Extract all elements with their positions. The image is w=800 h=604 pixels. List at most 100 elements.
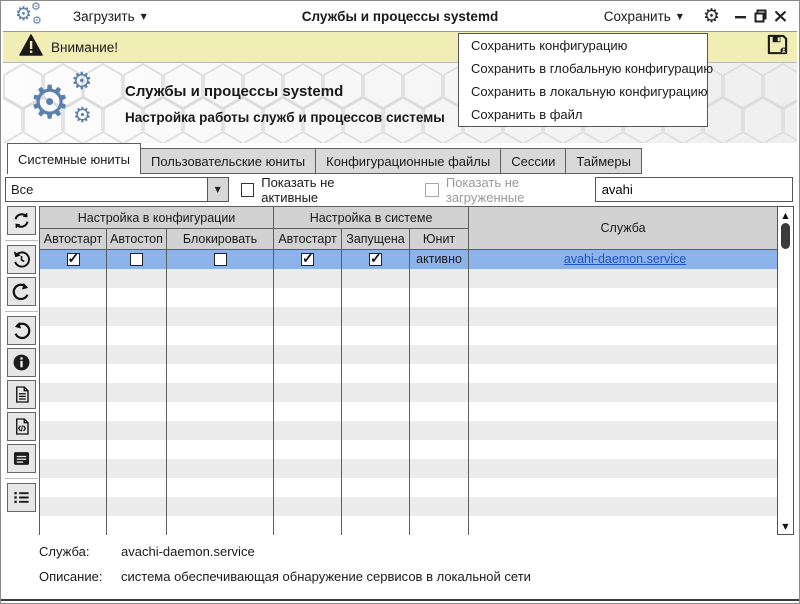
save-disk-icon[interactable] — [766, 33, 789, 61]
column-config-autostart: Автостарт — [40, 229, 107, 250]
description-value: система обеспечивающая обнаружение серви… — [121, 569, 531, 584]
unit-filter-value: Все — [6, 182, 207, 197]
unit-file-button[interactable] — [7, 380, 36, 409]
table-row-avahi[interactable]: активно avahi-daemon.service — [40, 250, 778, 269]
filter-row: Все ▼ Показать не активные Показать не з… — [3, 174, 797, 205]
warning-text: Внимание! — [51, 40, 118, 55]
document-icon — [13, 385, 31, 404]
table-row-empty[interactable] — [40, 345, 778, 364]
show-inactive-label: Показать не активные — [261, 175, 389, 205]
service-link[interactable]: avahi-daemon.service — [564, 252, 686, 266]
redo-arrow-icon — [12, 282, 31, 301]
show-inactive-checkbox[interactable] — [241, 183, 254, 197]
scroll-down-icon[interactable]: ▼ — [778, 519, 793, 533]
undo-button[interactable] — [7, 316, 36, 345]
menu-item-save-config[interactable]: Сохранить конфигурацию — [459, 34, 707, 57]
system-running-checkbox[interactable] — [369, 253, 382, 266]
tab-bar: Системные юниты Пользовательские юниты К… — [7, 143, 642, 174]
maximize-button[interactable] — [754, 9, 767, 23]
table-row-empty[interactable] — [40, 383, 778, 402]
load-menu-label: Загрузить — [73, 9, 135, 24]
load-menu-button[interactable]: Загрузить ▼ — [67, 5, 153, 28]
config-autostop-checkbox[interactable] — [130, 253, 143, 266]
refresh-icon — [12, 211, 31, 230]
save-menu-button[interactable]: Сохранить ▼ — [598, 5, 689, 28]
tab-system-units[interactable]: Системные юниты — [7, 143, 141, 174]
bullet-list-icon — [12, 488, 31, 507]
details-panel: Служба: avachi-daemon.service Описание: … — [39, 544, 531, 594]
table-row-empty[interactable] — [40, 421, 778, 440]
table-row-empty[interactable] — [40, 478, 778, 497]
table-row-empty[interactable] — [40, 440, 778, 459]
journal-button[interactable] — [7, 444, 36, 473]
table-row-empty[interactable] — [40, 459, 778, 478]
titlebar: ⚙ ⚙ ⚙ Загрузить ▼ Службы и процессы syst… — [3, 1, 797, 32]
chevron-down-icon: ▼ — [141, 12, 147, 21]
tab-config-files[interactable]: Конфигурационные файлы — [316, 148, 501, 174]
vertical-scrollbar[interactable]: ▲ ▼ — [777, 206, 794, 535]
show-inactive-checkbox-group: Показать не активные — [241, 175, 390, 205]
column-unit-state: Юнит — [410, 229, 469, 250]
table-row-empty[interactable] — [40, 269, 778, 288]
toolbar-separator — [5, 240, 38, 241]
menu-item-save-local-config[interactable]: Сохранить в локальную конфигурацию — [459, 80, 707, 103]
warning-triangle-icon — [19, 34, 43, 61]
tab-user-units[interactable]: Пользовательские юниты — [141, 148, 316, 174]
unit-state-text: активно — [416, 252, 462, 266]
redo-button[interactable] — [7, 277, 36, 306]
column-config-block: Блокировать — [167, 229, 274, 250]
column-service: Служба — [469, 207, 778, 250]
search-input[interactable] — [595, 177, 793, 202]
description-label: Описание: — [39, 569, 121, 584]
refresh-button[interactable] — [7, 206, 36, 235]
tab-timers[interactable]: Таймеры — [566, 148, 642, 174]
column-group-config: Настройка в конфигурации — [40, 207, 274, 229]
banner-subtitle: Настройка работы служб и процессов систе… — [125, 110, 445, 125]
dropdown-arrow-icon[interactable]: ▼ — [207, 178, 228, 201]
table-row-empty[interactable] — [40, 497, 778, 516]
undo-arrow-icon — [12, 321, 31, 340]
unit-filter-dropdown[interactable]: Все ▼ — [5, 177, 229, 202]
banner-title: Службы и процессы systemd — [125, 83, 343, 100]
units-table-body: активно avahi-daemon.service — [40, 250, 778, 535]
column-system-running: Запущена — [342, 229, 410, 250]
app-gears-icon: ⚙ ⚙ ⚙ — [15, 2, 49, 30]
table-row-empty[interactable] — [40, 307, 778, 326]
system-autostart-checkbox[interactable] — [301, 253, 314, 266]
table-row-empty[interactable] — [40, 402, 778, 421]
left-toolbar — [5, 206, 38, 515]
dependencies-button[interactable] — [7, 483, 36, 512]
info-icon — [12, 353, 31, 372]
table-row-empty[interactable] — [40, 364, 778, 383]
history-clock-icon — [12, 250, 31, 269]
config-block-checkbox[interactable] — [214, 253, 227, 266]
edit-source-button[interactable] — [7, 412, 36, 441]
menu-item-save-global-config[interactable]: Сохранить в глобальную конфигурацию — [459, 57, 707, 80]
table-row-empty[interactable] — [40, 288, 778, 307]
scrollbar-thumb[interactable] — [781, 223, 790, 249]
toolbar-separator — [5, 478, 38, 479]
tab-sessions[interactable]: Сессии — [501, 148, 566, 174]
service-value: avachi-daemon.service — [121, 544, 255, 559]
show-unloaded-checkbox-group: Показать не загруженные — [425, 175, 594, 205]
column-system-autostart: Автостарт — [274, 229, 342, 250]
units-table: Настройка в конфигурации Настройка в сис… — [39, 206, 777, 535]
show-unloaded-label: Показать не загруженные — [446, 175, 595, 205]
service-label: Служба: — [39, 544, 121, 559]
table-row-empty[interactable] — [40, 516, 778, 535]
table-row-empty[interactable] — [40, 326, 778, 345]
info-button[interactable] — [7, 348, 36, 377]
scroll-up-icon[interactable]: ▲ — [778, 208, 793, 222]
app-window: ⚙ ⚙ ⚙ Загрузить ▼ Службы и процессы syst… — [0, 0, 800, 604]
show-unloaded-checkbox[interactable] — [425, 183, 439, 197]
banner-gears-icon: ⚙ ⚙ ⚙ — [29, 71, 115, 137]
menu-item-save-to-file[interactable]: Сохранить в файл — [459, 103, 707, 126]
code-file-icon — [13, 417, 31, 436]
config-autostart-checkbox[interactable] — [67, 253, 80, 266]
settings-gear-icon[interactable]: ⚙ — [703, 7, 720, 26]
history-restore-button[interactable] — [7, 245, 36, 274]
column-config-autostop: Автостоп — [107, 229, 167, 250]
close-button[interactable] — [774, 9, 787, 23]
minimize-button[interactable] — [734, 9, 747, 23]
save-dropdown-menu: Сохранить конфигурацию Сохранить в глоба… — [458, 33, 708, 127]
